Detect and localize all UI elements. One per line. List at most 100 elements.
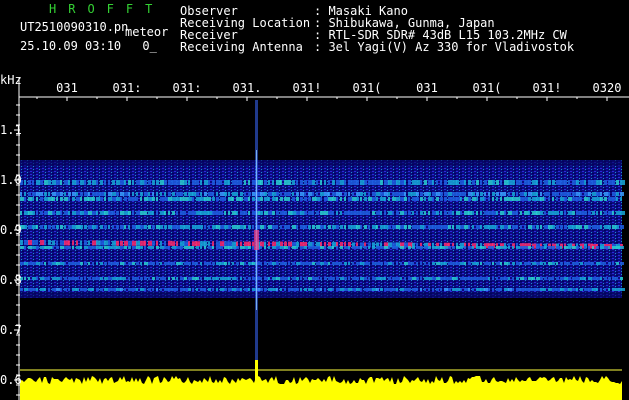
band-speckle [28, 246, 32, 249]
band-speckle [72, 240, 74, 246]
band-speckle [584, 197, 588, 201]
band-speckle [288, 241, 292, 247]
band-speckle [168, 240, 172, 246]
band-speckle [420, 192, 423, 196]
band-speckle [32, 240, 36, 245]
band-speckle [52, 192, 56, 196]
band-speckle [40, 192, 43, 196]
band-speckle [80, 288, 84, 291]
band-speckle [588, 197, 590, 201]
band-speckle [600, 197, 603, 201]
band-speckle [56, 277, 60, 280]
band-speckle [56, 197, 58, 201]
band-speckle [600, 211, 602, 215]
band-speckle [568, 246, 571, 249]
band-speckle [224, 192, 227, 196]
band-speckle [312, 246, 316, 249]
band-speckle [544, 246, 546, 249]
band-speckle [576, 262, 579, 265]
band-speckle [420, 277, 422, 280]
band-speckle [156, 240, 158, 246]
band-speckle [56, 246, 59, 249]
band-speckle [556, 277, 559, 280]
band-speckle [92, 288, 94, 291]
band-speckle [28, 180, 31, 185]
band-speckle [20, 192, 22, 196]
band-speckle [512, 246, 514, 249]
band-speckle [396, 192, 400, 196]
band-speckle [524, 192, 527, 196]
band-speckle [592, 197, 596, 201]
band-speckle [464, 246, 466, 249]
band-speckle [600, 225, 602, 229]
band-speckle [124, 192, 128, 196]
band-speckle [440, 288, 442, 291]
band-speckle [456, 262, 460, 265]
band-speckle [20, 240, 23, 245]
x-tick-label: 031 [416, 81, 438, 95]
band-speckle [36, 192, 40, 196]
band-speckle [556, 211, 559, 215]
band-speckle [268, 211, 272, 215]
band-speckle [508, 277, 510, 280]
band-speckle [264, 225, 266, 229]
band-speckle [472, 192, 475, 196]
band-speckle [608, 197, 612, 201]
band-speckle [564, 277, 568, 280]
band-speckle [188, 288, 191, 291]
band-speckle [164, 277, 166, 280]
band-speckle [572, 211, 575, 215]
band-speckle [340, 192, 342, 196]
band-speckle [68, 240, 70, 246]
band-speckle [328, 225, 331, 229]
band-speckle [304, 192, 306, 196]
band-speckle [212, 241, 214, 247]
band-speckle [560, 246, 562, 249]
band-speckle [128, 240, 132, 246]
power-trace [20, 376, 622, 400]
band-speckle [264, 241, 266, 247]
band-speckle [480, 277, 484, 280]
band-speckle [304, 246, 307, 249]
band-speckle [464, 262, 466, 265]
band-speckle [48, 288, 50, 291]
band-speckle [392, 192, 396, 196]
band-speckle [600, 277, 602, 280]
band-speckle [164, 240, 166, 246]
band-speckle [324, 225, 326, 229]
band-speckle [476, 192, 479, 196]
meteor-label: meteor [125, 25, 169, 39]
band-speckle [396, 197, 400, 201]
band-speckle [432, 225, 436, 229]
band-speckle [60, 180, 62, 185]
band-speckle [108, 240, 110, 246]
band-speckle [340, 246, 343, 249]
band-speckle [184, 225, 188, 229]
band-speckle [260, 246, 262, 249]
band-speckle [168, 211, 170, 215]
band-speckle [248, 180, 250, 185]
band-speckle [72, 246, 74, 249]
band-speckle [536, 225, 539, 229]
band-speckle [540, 180, 542, 185]
band-speckle [300, 246, 304, 249]
band-speckle [536, 288, 540, 291]
band-speckle [24, 288, 28, 291]
band-speckle [36, 288, 38, 291]
band-speckle [448, 192, 452, 196]
band-speckle [272, 241, 276, 247]
band-speckle [144, 277, 147, 280]
band-speckle [456, 246, 460, 249]
band-speckle [320, 246, 324, 249]
band-speckle [268, 277, 270, 280]
band-speckle [108, 225, 110, 229]
band-speckle [260, 241, 264, 247]
band-speckle [368, 197, 372, 201]
datetime-value: 25.10.09 03:10 [20, 39, 122, 53]
band-speckle [24, 277, 26, 280]
band-speckle [604, 277, 607, 280]
band-speckle [192, 180, 196, 185]
band-speckle [304, 211, 307, 215]
band-speckle [320, 262, 324, 265]
band-speckle [348, 277, 350, 280]
